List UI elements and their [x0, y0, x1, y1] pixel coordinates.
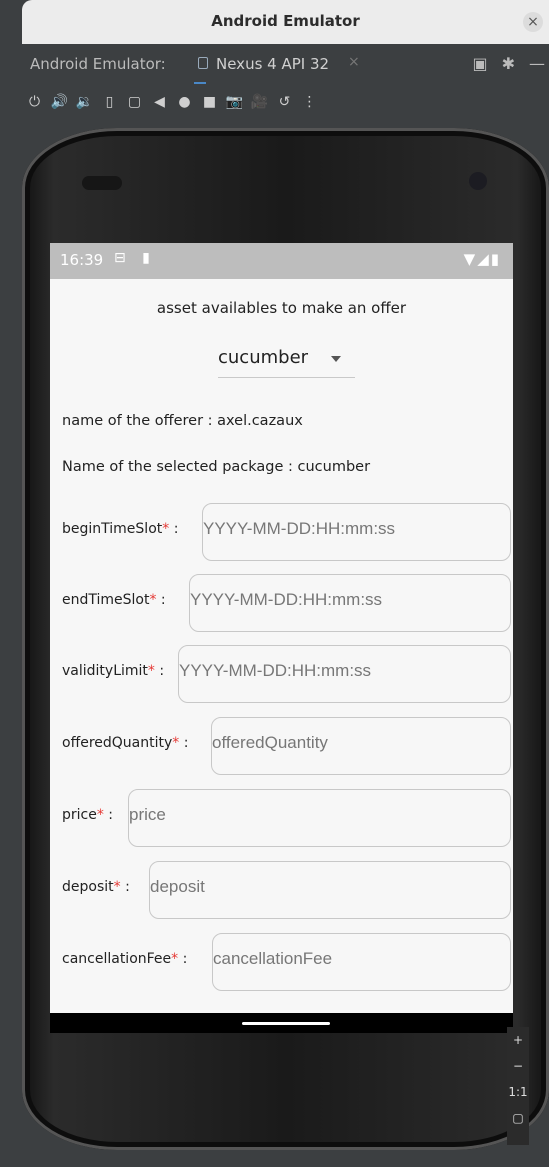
volume-up-icon[interactable]: 🔊: [47, 94, 72, 110]
offerer-text: name of the offerer : axel.cazaux: [62, 413, 303, 429]
emulator-window: Android Emulator × Android Emulator: Nex…: [0, 0, 549, 1167]
minimize-icon[interactable]: —: [529, 54, 545, 73]
begin-time-slot-input[interactable]: [202, 503, 511, 561]
more-icon[interactable]: ⋮: [297, 94, 322, 110]
back-icon[interactable]: ◀: [147, 94, 172, 110]
end-time-slot-input[interactable]: [189, 574, 511, 632]
nav-bar: [50, 1013, 513, 1033]
chevron-down-icon: [331, 356, 341, 362]
home-icon[interactable]: ●: [172, 94, 197, 110]
field-row-deposit: deposit* :: [62, 861, 511, 919]
emulator-toolbar: ⏻ 🔊 🔉 ▯ ▢ ◀ ● ■ 📷 🎥 ↺ ⋮: [22, 84, 549, 120]
field-label: deposit* :: [62, 879, 130, 895]
status-notification-icons: ⊟ ▮: [114, 250, 156, 266]
status-bar: 16:39 ⊟ ▮ ▼◢▮: [50, 243, 513, 279]
offered-quantity-input[interactable]: [211, 717, 511, 775]
field-row-begin: beginTimeSlot* :: [62, 503, 511, 561]
zoom-controls: + − 1:1 ▢: [507, 1027, 529, 1145]
status-time: 16:39: [60, 251, 104, 269]
asset-dropdown[interactable]: cucumber: [218, 341, 355, 378]
fit-screen-icon[interactable]: ▢: [507, 1105, 529, 1131]
tabbar-label: Android Emulator:: [30, 55, 166, 73]
gear-icon[interactable]: ✱: [502, 54, 515, 73]
dropdown-value: cucumber: [218, 347, 309, 368]
field-label: price* :: [62, 807, 114, 823]
device-icon: [198, 57, 208, 69]
zoom-out-button[interactable]: −: [507, 1053, 529, 1079]
tab-nexus4[interactable]: Nexus 4 API 32 ×: [194, 44, 360, 84]
deposit-input[interactable]: [149, 861, 511, 919]
page-title: asset availables to make an offer: [156, 299, 407, 317]
field-label: validityLimit* :: [62, 663, 165, 679]
close-window-button[interactable]: ×: [523, 12, 543, 32]
home-gesture-handle[interactable]: [242, 1022, 330, 1025]
tabbar-actions: ▣ ✱ —: [472, 54, 545, 73]
window-titlebar: Android Emulator ×: [22, 0, 549, 44]
snapshot-icon[interactable]: ↺: [272, 94, 297, 110]
device-screen: 16:39 ⊟ ▮ ▼◢▮ asset availables to make a…: [50, 243, 513, 1033]
package-text: Name of the selected package : cucumber: [62, 459, 371, 475]
cancellation-fee-input[interactable]: [212, 933, 511, 991]
validity-limit-input[interactable]: [178, 645, 511, 703]
volume-down-icon[interactable]: 🔉: [72, 94, 97, 110]
tab-label: Nexus 4 API 32: [216, 55, 330, 73]
zoom-ratio-button[interactable]: 1:1: [507, 1079, 529, 1105]
field-label: endTimeSlot* :: [62, 592, 166, 608]
field-row-quantity: offeredQuantity* :: [62, 717, 511, 775]
rotate-left-icon[interactable]: ▯: [97, 94, 122, 110]
camera-icon[interactable]: 📷: [222, 94, 247, 110]
field-label: beginTimeSlot* :: [62, 521, 179, 537]
overview-icon[interactable]: ■: [197, 94, 222, 110]
rotate-right-icon[interactable]: ▢: [122, 94, 147, 110]
power-icon[interactable]: ⏻: [22, 94, 47, 110]
field-row-price: price* :: [62, 789, 511, 847]
emulator-tabbar: Android Emulator: Nexus 4 API 32 × ▣ ✱ —: [22, 44, 549, 84]
status-signal-battery-icons: ▼◢▮: [463, 250, 501, 268]
field-row-cancellation: cancellationFee* :: [62, 933, 511, 991]
price-input[interactable]: [128, 789, 511, 847]
ear-speaker: [82, 176, 122, 190]
field-row-validity: validityLimit* :: [62, 645, 511, 703]
field-row-end: endTimeSlot* :: [62, 574, 511, 632]
layout-icon[interactable]: ▣: [472, 54, 487, 73]
tab-close-icon[interactable]: ×: [348, 54, 360, 70]
window-title: Android Emulator: [211, 12, 360, 30]
field-label: offeredQuantity* :: [62, 735, 189, 751]
front-camera: [469, 172, 487, 190]
field-label: cancellationFee* :: [62, 951, 188, 967]
record-icon[interactable]: 🎥: [247, 94, 272, 110]
zoom-in-button[interactable]: +: [507, 1027, 529, 1053]
